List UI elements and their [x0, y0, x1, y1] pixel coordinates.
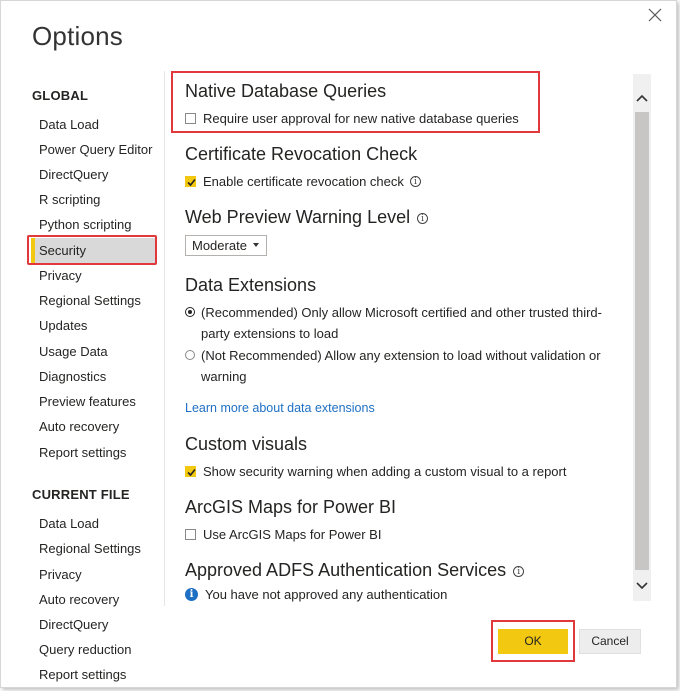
scrollbar-thumb[interactable] — [635, 112, 649, 570]
info-icon[interactable]: i — [409, 176, 421, 187]
arcgis-label: Use ArcGIS Maps for Power BI — [203, 527, 382, 542]
settings-content: Native Database Queries Require user app… — [165, 71, 651, 606]
content-scrollbar[interactable] — [633, 74, 651, 601]
data-ext-option-recommended[interactable]: (Recommended) Only allow Microsoft certi… — [185, 302, 615, 344]
nav-item-current-data-load[interactable]: Data Load — [39, 514, 99, 534]
ok-button[interactable]: OK — [498, 629, 568, 654]
radio-not-recommended[interactable] — [185, 350, 195, 360]
nav-item-current-directquery[interactable]: DirectQuery — [39, 615, 108, 635]
learn-more-link[interactable]: Learn more about data extensions — [185, 401, 375, 415]
nav-item-python-scripting[interactable]: Python scripting — [39, 215, 132, 235]
web-preview-heading-text: Web Preview Warning Level — [185, 207, 411, 227]
nav-item-current-privacy[interactable]: Privacy — [39, 565, 82, 585]
adfs-message-row: i You have not approved any authenticati… — [185, 587, 447, 602]
nav-item-data-load[interactable]: Data Load — [39, 115, 99, 135]
nav-item-report-settings[interactable]: Report settings — [39, 443, 126, 463]
data-ext-heading: Data Extensions — [185, 275, 317, 295]
warning-level-value: Moderate — [192, 238, 247, 253]
security-highlight-box — [27, 235, 157, 265]
adfs-heading: Approved ADFS Authentication Services i — [185, 560, 525, 581]
chevron-down-icon — [253, 243, 259, 247]
nav-heading-global: GLOBAL — [32, 88, 89, 103]
close-icon[interactable] — [648, 8, 662, 22]
nav-item-current-report-settings[interactable]: Report settings — [39, 665, 126, 685]
adfs-message: You have not approved any authentication — [205, 587, 448, 602]
nav-item-power-query-editor[interactable]: Power Query Editor — [39, 140, 152, 160]
nav-item-current-regional-settings[interactable]: Regional Settings — [39, 539, 141, 559]
nav-heading-current-file: CURRENT FILE — [32, 487, 130, 502]
nav-item-regional-settings[interactable]: Regional Settings — [39, 291, 141, 311]
cert-checkbox[interactable] — [185, 176, 196, 187]
custom-visuals-option[interactable]: Show security warning when adding a cust… — [185, 464, 566, 479]
cancel-button[interactable]: Cancel — [579, 629, 641, 654]
custom-visuals-heading: Custom visuals — [185, 434, 308, 454]
chevron-down-icon[interactable] — [633, 576, 651, 596]
radio-not-recommended-line1: (Not Recommended) Allow any extension to… — [201, 348, 601, 363]
radio-recommended-line1: (Recommended) Only allow Microsoft certi… — [201, 305, 602, 320]
adfs-heading-text: Approved ADFS Authentication Services — [185, 560, 507, 580]
chevron-up-icon[interactable] — [633, 88, 651, 108]
cert-option[interactable]: Enable certificate revocation check i — [185, 174, 421, 189]
nav-item-current-auto-recovery[interactable]: Auto recovery — [39, 590, 119, 610]
cert-label: Enable certificate revocation check — [203, 174, 404, 189]
web-preview-heading: Web Preview Warning Level i — [185, 207, 429, 228]
arcgis-option[interactable]: Use ArcGIS Maps for Power BI — [185, 527, 381, 542]
dialog-title: Options — [32, 21, 124, 51]
native-db-highlight-box — [171, 71, 540, 133]
warning-level-dropdown[interactable]: Moderate — [185, 235, 267, 256]
nav-item-preview-features[interactable]: Preview features — [39, 392, 136, 412]
radio-recommended-line2: party extensions to load — [201, 326, 339, 341]
arcgis-checkbox[interactable] — [185, 529, 196, 540]
nav-item-updates[interactable]: Updates — [39, 316, 87, 336]
cert-heading: Certificate Revocation Check — [185, 144, 418, 164]
nav-item-current-query-reduction[interactable]: Query reduction — [39, 640, 132, 660]
arcgis-heading: ArcGIS Maps for Power BI — [185, 497, 397, 517]
custom-visuals-label: Show security warning when adding a cust… — [203, 464, 567, 479]
info-icon[interactable]: i — [513, 566, 525, 577]
nav-item-r-scripting[interactable]: R scripting — [39, 190, 100, 210]
data-ext-option-not-recommended[interactable]: (Not Recommended) Allow any extension to… — [185, 345, 615, 387]
radio-recommended[interactable] — [185, 307, 195, 317]
nav-item-auto-recovery[interactable]: Auto recovery — [39, 417, 119, 437]
options-dialog: Options GLOBAL Data Load Power Query Edi… — [0, 0, 677, 688]
info-icon[interactable]: i — [417, 213, 429, 224]
nav-item-usage-data[interactable]: Usage Data — [39, 342, 108, 362]
nav-item-diagnostics[interactable]: Diagnostics — [39, 367, 106, 387]
info-icon: i — [185, 588, 198, 601]
nav-item-privacy[interactable]: Privacy — [39, 266, 82, 286]
nav-item-directquery[interactable]: DirectQuery — [39, 165, 108, 185]
radio-not-recommended-line2: warning — [201, 369, 247, 384]
custom-visuals-checkbox[interactable] — [185, 466, 196, 477]
